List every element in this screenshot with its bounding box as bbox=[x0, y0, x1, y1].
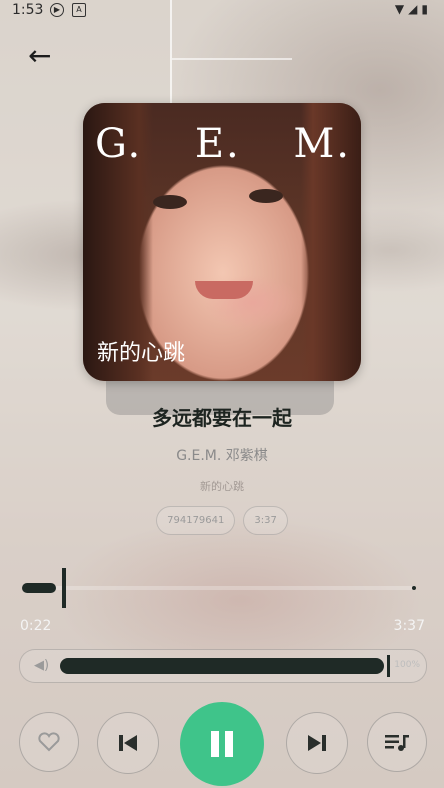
wifi-icon: ▼ bbox=[394, 2, 409, 16]
song-id-chip: 794179641 bbox=[156, 506, 236, 535]
album-art-brand-letter: M. bbox=[293, 121, 351, 167]
song-album[interactable]: 新的心跳 bbox=[0, 478, 444, 494]
volume-percent: 100% bbox=[394, 660, 420, 670]
skip-next-icon bbox=[308, 735, 326, 751]
album-art-eye-left bbox=[153, 195, 187, 209]
album-art-brand-letter: E. bbox=[194, 121, 241, 167]
album-art: G. E. M. 新的心跳 bbox=[83, 103, 361, 381]
pause-icon bbox=[211, 731, 233, 757]
next-button[interactable] bbox=[286, 712, 348, 774]
progress-thumb[interactable] bbox=[62, 568, 66, 608]
song-title: 多远都要在一起 bbox=[152, 406, 292, 430]
playlist-icon bbox=[385, 735, 409, 751]
back-button[interactable]: ← bbox=[28, 42, 58, 72]
progress-fill bbox=[22, 583, 56, 593]
album-art-subtitle: 新的心跳 bbox=[97, 341, 186, 366]
notification-icon: A bbox=[72, 3, 86, 17]
volume-bar[interactable]: ◀) 100% bbox=[19, 649, 427, 683]
total-time: 3:37 bbox=[393, 618, 425, 634]
duration-chip: 3:37 bbox=[243, 506, 288, 535]
progress-end-dot bbox=[412, 586, 416, 590]
album-art-eye-right bbox=[249, 189, 283, 203]
status-right-icons: ▼◢▮ bbox=[395, 2, 432, 16]
album-art-brand: G. E. M. bbox=[95, 121, 351, 167]
playlist-button[interactable] bbox=[367, 712, 427, 772]
song-artist[interactable]: G.E.M. 邓紫棋 bbox=[0, 445, 444, 465]
volume-thumb[interactable] bbox=[387, 655, 390, 677]
like-button[interactable] bbox=[19, 712, 79, 772]
signal-icon: ◢ bbox=[408, 2, 422, 16]
play-pause-button[interactable] bbox=[180, 702, 264, 786]
heart-icon bbox=[38, 732, 60, 752]
volume-fill bbox=[60, 658, 384, 674]
back-arrow-icon: ← bbox=[28, 39, 52, 72]
previous-button[interactable] bbox=[97, 712, 159, 774]
album-art-mouth bbox=[195, 281, 253, 299]
status-bar: 1:53 ▶ A ▼◢▮ bbox=[0, 0, 444, 20]
play-store-icon: ▶ bbox=[50, 3, 64, 17]
speaker-icon: ◀) bbox=[34, 658, 50, 673]
song-info-chips: 794179641 3:37 bbox=[0, 506, 444, 535]
album-art-brand-letter: G. bbox=[95, 121, 143, 167]
skip-previous-icon bbox=[119, 735, 137, 751]
battery-icon: ▮ bbox=[421, 2, 432, 16]
status-time: 1:53 bbox=[12, 2, 44, 18]
current-time: 0:22 bbox=[20, 618, 52, 634]
progress-bar[interactable] bbox=[22, 568, 416, 608]
